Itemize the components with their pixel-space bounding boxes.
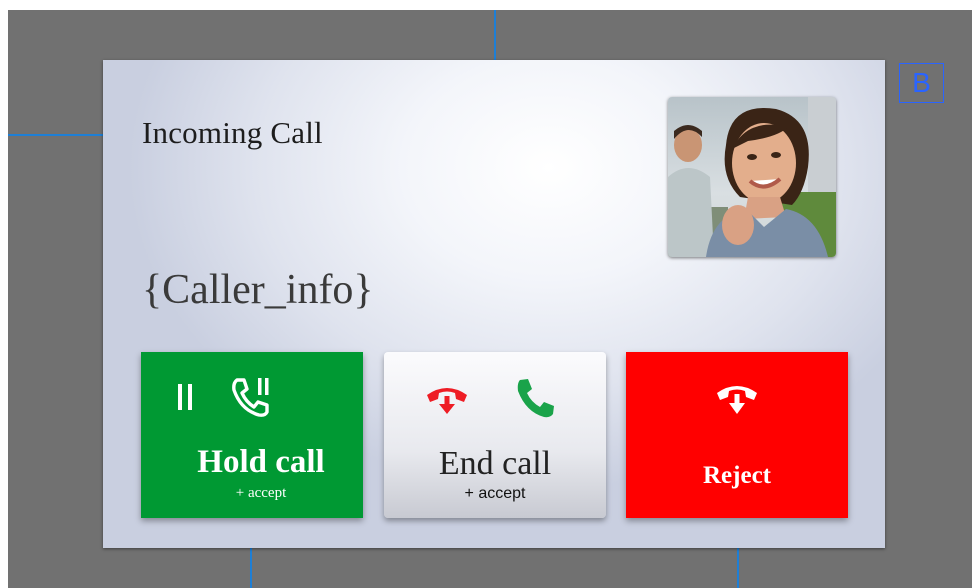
end-call-label: End call bbox=[438, 445, 552, 482]
hold-call-label: Hold call bbox=[197, 444, 325, 480]
caller-info: {Caller_info} bbox=[142, 267, 374, 313]
end-call-button[interactable]: End call + accept bbox=[384, 352, 606, 518]
reject-label: Reject bbox=[703, 462, 771, 489]
phone-hold-icon bbox=[232, 378, 269, 417]
phone-accept-icon bbox=[517, 379, 554, 418]
screen-title: Incoming Call bbox=[142, 115, 323, 150]
pause-icon bbox=[178, 384, 192, 410]
hang-up-icon bbox=[427, 388, 467, 414]
hang-up-icon bbox=[717, 386, 757, 414]
hold-call-sublabel: + accept bbox=[235, 485, 287, 501]
caller-photo bbox=[668, 97, 836, 257]
reject-button[interactable]: Reject bbox=[626, 352, 848, 518]
screen-variant-badge: B bbox=[899, 63, 944, 103]
hold-call-button[interactable]: Hold call + accept bbox=[141, 352, 363, 518]
annotation-line-left bbox=[8, 134, 108, 136]
end-call-sublabel: + accept bbox=[464, 485, 526, 502]
